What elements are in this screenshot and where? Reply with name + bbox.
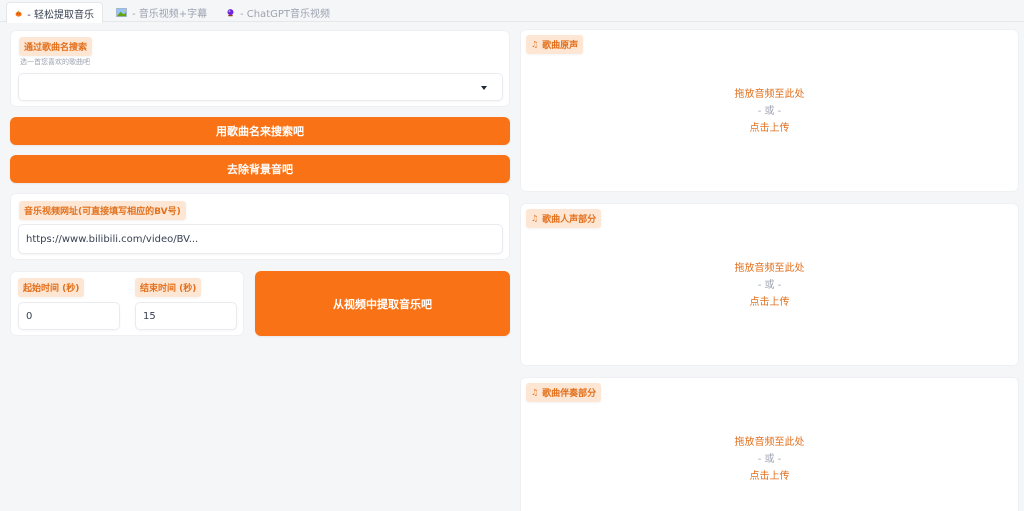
label-text: 歌曲原声 [542, 41, 579, 51]
end-time-value: 15 [143, 310, 156, 322]
image-icon [116, 8, 127, 17]
song-search-block: 通过歌曲名搜索 选一首您喜欢的歌曲吧 [10, 30, 510, 107]
music-note-icon: ♫ [531, 214, 539, 223]
label-text: 歌曲人声部分 [542, 215, 597, 225]
or-text: - 或 - [757, 106, 782, 117]
label-text: 歌曲伴奏部分 [542, 389, 597, 399]
start-time-label: 起始时间 (秒) [18, 278, 85, 297]
tab-music-video-subtitles[interactable]: - 音乐视频+字幕 [108, 2, 218, 23]
start-time-input[interactable]: 0 [18, 302, 120, 330]
tab-label: - 音乐视频+字幕 [132, 9, 208, 20]
tab-label: - 轻松提取音乐 [27, 9, 94, 21]
drop-text: 拖放音频至此处 [734, 89, 805, 100]
tab-label: - ChatGPT音乐视频 [239, 9, 330, 20]
or-text: - 或 - [757, 454, 782, 465]
upload-link[interactable]: 点击上传 [521, 120, 1018, 137]
remove-background-button[interactable]: 去除背景音吧 [10, 155, 510, 183]
chevron-down-icon [481, 86, 487, 90]
video-url-block: 音乐视频网址(可直接填写相应的BV号) https://www.bilibili… [10, 193, 510, 260]
drop-text: 拖放音频至此处 [734, 437, 805, 448]
vocals-audio-label: ♫ 歌曲人声部分 [526, 209, 602, 228]
upload-link[interactable]: 点击上传 [521, 468, 1018, 485]
upload-link[interactable]: 点击上传 [521, 294, 1018, 311]
original-audio-panel: ♫ 歌曲原声 拖放音频至此处 - 或 - 点击上传 [520, 29, 1019, 192]
pumpkin-icon [15, 10, 22, 17]
song-search-hint: 选一首您喜欢的歌曲吧 [20, 58, 90, 66]
video-url-label: 音乐视频网址(可直接填写相应的BV号) [19, 201, 186, 220]
time-range-block: 起始时间 (秒) 0 结束时间 (秒) 15 [10, 271, 244, 336]
accompaniment-audio-panel: ♫ 歌曲伴奏部分 拖放音频至此处 - 或 - 点击上传 [520, 377, 1019, 511]
end-time-input[interactable]: 15 [135, 302, 237, 330]
music-note-icon: ♫ [531, 388, 539, 397]
song-search-label: 通过歌曲名搜索 [19, 37, 93, 56]
start-time-value: 0 [26, 310, 33, 322]
crystal-ball-icon [227, 9, 234, 17]
extract-from-video-button[interactable]: 从视频中提取音乐吧 [255, 271, 510, 336]
music-note-icon: ♫ [531, 40, 539, 49]
search-by-name-button[interactable]: 用歌曲名来搜索吧 [10, 117, 510, 145]
video-url-value: https://www.bilibili.com/video/BV... [26, 233, 199, 245]
tab-chatgpt-music-video[interactable]: - ChatGPT音乐视频 [218, 2, 338, 23]
song-select-dropdown[interactable] [18, 73, 503, 101]
tab-extract-music[interactable]: - 轻松提取音乐 [6, 2, 103, 23]
video-url-input[interactable]: https://www.bilibili.com/video/BV... [18, 224, 503, 254]
drop-text: 拖放音频至此处 [734, 263, 805, 274]
original-audio-dropzone[interactable]: 拖放音频至此处 - 或 - 点击上传 [521, 86, 1018, 137]
vocals-audio-dropzone[interactable]: 拖放音频至此处 - 或 - 点击上传 [521, 260, 1018, 311]
or-text: - 或 - [757, 280, 782, 291]
end-time-label: 结束时间 (秒) [135, 278, 202, 297]
vocals-audio-panel: ♫ 歌曲人声部分 拖放音频至此处 - 或 - 点击上传 [520, 203, 1019, 366]
tab-bar: - 轻松提取音乐 - 音乐视频+字幕 - ChatGPT音乐视频 [0, 0, 1024, 23]
accompaniment-audio-label: ♫ 歌曲伴奏部分 [526, 383, 602, 402]
accompaniment-audio-dropzone[interactable]: 拖放音频至此处 - 或 - 点击上传 [521, 434, 1018, 485]
original-audio-label: ♫ 歌曲原声 [526, 35, 584, 54]
